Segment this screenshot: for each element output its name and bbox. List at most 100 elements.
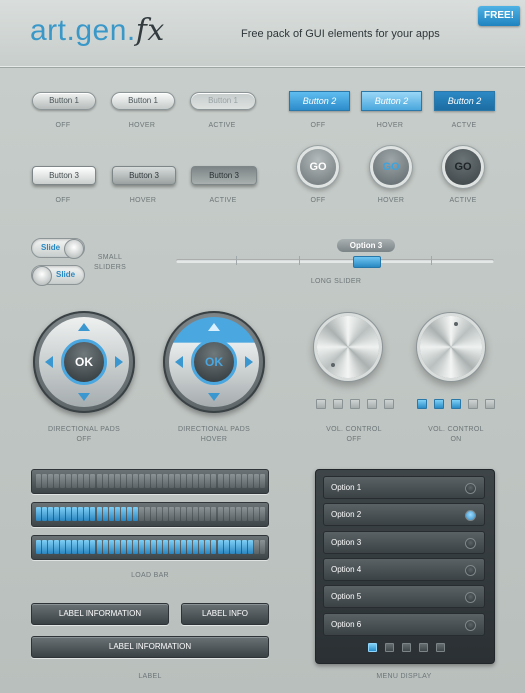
load-segment: [199, 540, 205, 554]
page-dot[interactable]: [436, 643, 445, 652]
volume-step[interactable]: [333, 399, 343, 409]
arrow-down-icon[interactable]: [78, 393, 90, 401]
menu-item-label: Option 1: [331, 483, 362, 492]
load-segment: [235, 507, 241, 521]
arrow-left-icon[interactable]: [45, 356, 53, 368]
menu-item[interactable]: Option 4: [323, 557, 485, 581]
button1-off[interactable]: Button 1: [32, 92, 96, 110]
button3-hover[interactable]: Button 3: [112, 166, 176, 185]
button1-hover[interactable]: Button 1: [111, 92, 175, 110]
load-segment: [42, 540, 48, 554]
arrow-up-icon[interactable]: [208, 323, 220, 331]
menu-item-label: Option 4: [331, 564, 362, 574]
button2-active[interactable]: Button 2: [434, 91, 495, 111]
load-segment: [169, 540, 175, 554]
volume-knob-on[interactable]: [420, 316, 482, 378]
volume-knob-off[interactable]: [317, 316, 379, 378]
radio-icon[interactable]: [465, 564, 476, 576]
load-segment: [132, 474, 138, 488]
button1-active[interactable]: Button 1: [190, 92, 256, 110]
menu-item[interactable]: Option 2: [323, 503, 485, 527]
load-segment: [138, 474, 144, 488]
dpad-ok-button[interactable]: OK: [191, 339, 237, 385]
radio-icon[interactable]: [465, 483, 476, 494]
menu-item[interactable]: Option 3: [323, 530, 485, 554]
menu-item[interactable]: Option 6: [323, 612, 485, 636]
load-segment: [48, 507, 54, 521]
small-slider-knob[interactable]: [32, 266, 52, 286]
long-slider-track[interactable]: [176, 259, 494, 263]
load-segment: [96, 507, 102, 521]
page-dot[interactable]: [385, 643, 394, 652]
load-segment: [217, 540, 223, 554]
caption-button2-off: OFF: [310, 122, 326, 129]
load-segment: [54, 474, 60, 488]
radio-icon[interactable]: [465, 592, 476, 604]
button2-hover[interactable]: Button 2: [361, 91, 422, 111]
arrow-left-icon[interactable]: [175, 356, 183, 368]
caption-go-active: ACTIVE: [449, 197, 477, 204]
load-segment: [211, 540, 217, 554]
page-dot[interactable]: [402, 643, 411, 652]
volume-step[interactable]: [434, 399, 444, 409]
load-segment: [217, 507, 223, 521]
radio-icon[interactable]: [465, 537, 476, 549]
menu-item-label: Option 2: [331, 510, 362, 520]
load-segment: [126, 540, 132, 554]
load-segment: [193, 540, 199, 554]
dpad-off[interactable]: OK: [33, 311, 135, 413]
long-slider-thumb[interactable]: [353, 256, 381, 268]
load-segment: [84, 507, 90, 521]
radio-icon[interactable]: [465, 619, 476, 631]
page-dot[interactable]: [368, 643, 377, 652]
menu-item[interactable]: Option 1: [323, 476, 485, 499]
load-bar: [31, 535, 269, 560]
caption-button1-active: ACTIVE: [208, 122, 236, 129]
load-segment: [144, 507, 150, 521]
button3-active[interactable]: Button 3: [191, 166, 257, 185]
radio-icon[interactable]: [465, 510, 476, 522]
volume-step[interactable]: [485, 399, 495, 409]
volume-step[interactable]: [384, 399, 394, 409]
load-segment: [36, 507, 41, 521]
dpad-ok-button[interactable]: OK: [61, 339, 107, 385]
load-segment: [72, 507, 78, 521]
go-button-off[interactable]: GO: [300, 149, 336, 185]
button2-off[interactable]: Button 2: [289, 91, 350, 111]
dpad-hover[interactable]: OK: [163, 311, 265, 413]
load-segment: [78, 507, 84, 521]
logo-text: art.gen.: [30, 14, 136, 47]
caption-long-slider: LONG SLIDER: [310, 278, 362, 285]
small-slider-off[interactable]: Slide: [31, 265, 85, 286]
arrow-right-icon[interactable]: [245, 356, 253, 368]
load-segment: [138, 507, 144, 521]
load-segment: [132, 507, 138, 521]
go-button-hover[interactable]: GO: [373, 149, 409, 185]
load-segment: [84, 540, 90, 554]
arrow-up-icon[interactable]: [78, 323, 90, 331]
menu-item[interactable]: Option 5: [323, 585, 485, 609]
small-slider-knob[interactable]: [64, 239, 84, 259]
load-segment: [138, 540, 144, 554]
load-segment: [229, 507, 235, 521]
go-button-active[interactable]: GO: [445, 149, 481, 185]
arrow-down-icon[interactable]: [208, 393, 220, 401]
volume-step[interactable]: [316, 399, 326, 409]
load-segment: [144, 540, 150, 554]
button3-off[interactable]: Button 3: [32, 166, 96, 185]
free-badge[interactable]: FREE!: [478, 6, 520, 26]
load-segment: [175, 474, 181, 488]
volume-step[interactable]: [350, 399, 360, 409]
caption-dpad-off: DIRECTIONAL PADS OFF: [47, 426, 121, 443]
arrow-right-icon[interactable]: [115, 356, 123, 368]
load-segment: [205, 540, 211, 554]
page-dot[interactable]: [419, 643, 428, 652]
load-segment: [102, 507, 108, 521]
volume-step[interactable]: [451, 399, 461, 409]
small-slider-on[interactable]: Slide: [31, 238, 85, 259]
load-segment: [229, 474, 235, 488]
volume-step[interactable]: [468, 399, 478, 409]
volume-step[interactable]: [417, 399, 427, 409]
load-segment: [114, 507, 120, 521]
volume-step[interactable]: [367, 399, 377, 409]
